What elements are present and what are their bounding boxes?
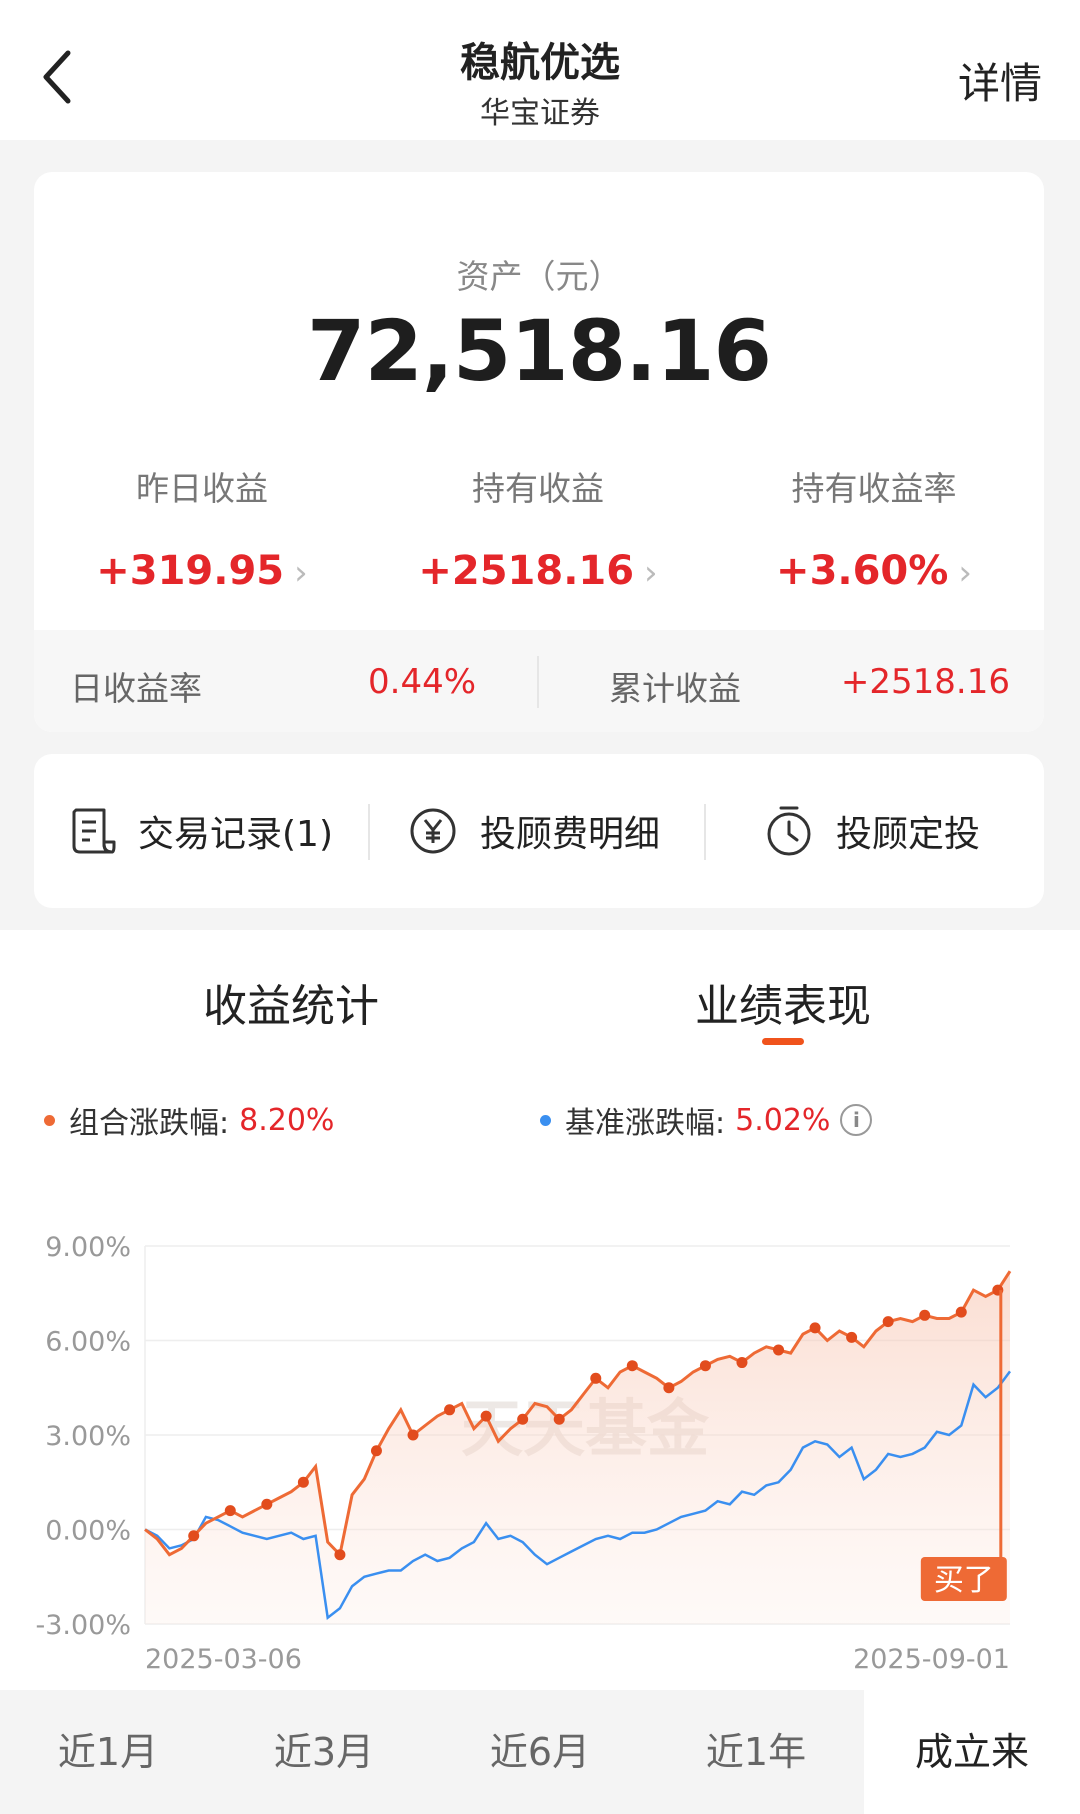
trade-point: [882, 1316, 894, 1328]
period-6m[interactable]: 近6月: [432, 1690, 648, 1814]
trade-point: [846, 1331, 858, 1343]
performance-chart: 天天基金 买了 9.00%6.00%3.00%0.00%-3.00%2025-0…: [35, 1232, 1012, 1675]
trade-point: [590, 1372, 602, 1384]
trade-point: [297, 1476, 309, 1488]
trade-point: [188, 1530, 200, 1542]
trade-point: [809, 1322, 821, 1334]
trade-point: [517, 1413, 529, 1425]
trade-point: [370, 1445, 382, 1457]
trade-point: [553, 1413, 565, 1425]
trade-point: [407, 1429, 419, 1441]
portfolio-area: [145, 1271, 1010, 1624]
y-tick-label: -3.00%: [35, 1610, 131, 1641]
x-tick-label: 2025-09-01: [853, 1644, 1010, 1675]
y-tick-label: 9.00%: [45, 1232, 131, 1263]
buy-marker-label: 买了: [934, 1563, 994, 1598]
trade-point: [334, 1549, 346, 1561]
y-tick-label: 6.00%: [45, 1327, 131, 1358]
trade-point: [919, 1309, 931, 1321]
period-3m[interactable]: 近3月: [216, 1690, 432, 1814]
y-tick-label: 0.00%: [45, 1516, 131, 1547]
period-1y[interactable]: 近1年: [648, 1690, 864, 1814]
y-tick-label: 3.00%: [45, 1421, 131, 1452]
trade-point: [224, 1505, 236, 1517]
period-selector: 近1月 近3月 近6月 近1年 成立来: [0, 1690, 1080, 1814]
trade-point: [955, 1306, 967, 1318]
trade-point: [444, 1404, 456, 1416]
x-tick-label: 2025-03-06: [145, 1644, 302, 1675]
trade-point: [663, 1382, 675, 1394]
trade-point: [773, 1344, 785, 1356]
period-1m[interactable]: 近1月: [0, 1690, 216, 1814]
trade-point: [261, 1498, 273, 1510]
trade-point: [626, 1360, 638, 1372]
trade-point: [699, 1360, 711, 1372]
trade-point: [736, 1357, 748, 1369]
period-since-inception[interactable]: 成立来: [864, 1690, 1080, 1814]
trade-point: [480, 1410, 492, 1422]
